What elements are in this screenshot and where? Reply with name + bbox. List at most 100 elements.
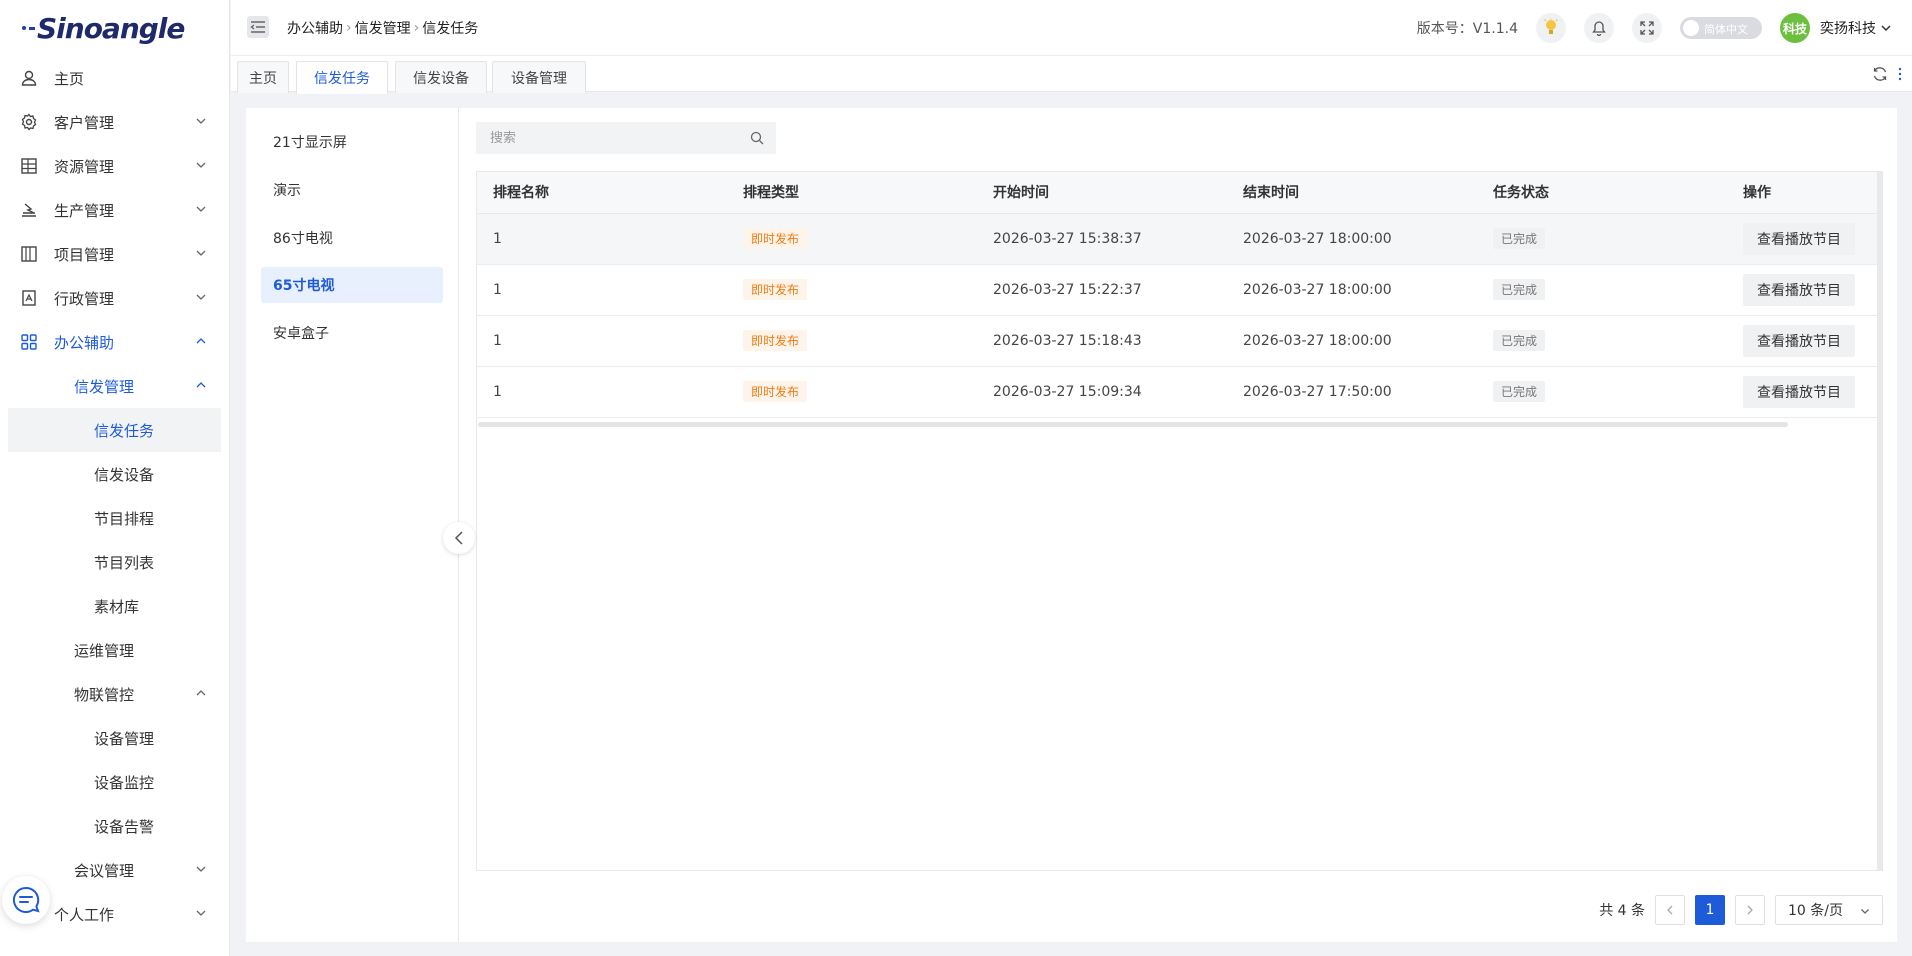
tab-label: 信发设备 — [413, 70, 469, 87]
tab-signage-tasks[interactable]: 信发任务 — [296, 61, 388, 94]
view-program-button[interactable]: 查看播放节目 — [1743, 375, 1855, 408]
sidebar-item-signage-tasks[interactable]: 信发任务 — [8, 408, 221, 452]
sidebar-item-label: 个人工作 — [54, 905, 115, 924]
column-header: 开始时间 — [977, 172, 1227, 214]
cell-action: 查看播放节目 — [1727, 315, 1877, 367]
sidebar-item-program-schedule[interactable]: 节目排程 — [0, 496, 229, 540]
page-tabs: 主页 信发任务 信发设备 设备管理 — [231, 56, 1912, 94]
sidebar-item-device-alarm[interactable]: 设备告警 — [0, 804, 229, 848]
fullscreen-icon — [1640, 21, 1654, 35]
chevron-right-icon — [1747, 905, 1753, 915]
collapse-panel-button[interactable] — [443, 522, 475, 554]
view-program-button[interactable]: 查看播放节目 — [1743, 324, 1855, 357]
tabs-tools — [1872, 66, 1902, 82]
sidebar-item-label: 项目管理 — [54, 245, 115, 264]
sidebar-item-signage[interactable]: 信发管理 — [0, 364, 229, 408]
sidebar-item-label: 素材库 — [94, 597, 140, 616]
total-count: 共 4 条 — [1599, 903, 1645, 919]
fullscreen-button[interactable] — [1632, 13, 1662, 43]
sidebar-item-label: 信发管理 — [74, 377, 135, 396]
chevron-up-icon — [196, 338, 206, 344]
status-badge: 已完成 — [1493, 279, 1546, 300]
sidebar-item-program-list[interactable]: 节目列表 — [0, 540, 229, 584]
device-item-selected[interactable]: 65寸电视 — [261, 267, 443, 303]
avatar[interactable]: 科技 — [1780, 13, 1810, 43]
tab-signage-devices[interactable]: 信发设备 — [395, 61, 487, 93]
table-row: 1 即时发布 2026-03-27 15:18:43 2026-03-27 18… — [477, 315, 1877, 367]
cell-status: 已完成 — [1477, 213, 1727, 265]
view-program-button[interactable]: 查看播放节目 — [1743, 222, 1855, 255]
sidebar-toggle-button[interactable] — [247, 16, 269, 38]
cell-name: 1 — [477, 213, 727, 265]
sidebar-item-device-mgmt[interactable]: 设备管理 — [0, 716, 229, 760]
device-item[interactable]: 86寸电视 — [261, 220, 443, 256]
sidebar-item-ops[interactable]: 运维管理 — [0, 628, 229, 672]
cell-start: 2026-03-27 15:09:34 — [977, 366, 1227, 418]
tab-home[interactable]: 主页 — [237, 61, 289, 93]
sidebar-item-projects[interactable]: 项目管理 — [0, 232, 229, 276]
sidebar-item-iot[interactable]: 物联管控 — [0, 672, 229, 716]
sidebar-item-resources[interactable]: 资源管理 — [0, 144, 229, 188]
chevron-down-icon — [1861, 909, 1869, 914]
tab-label: 设备管理 — [511, 70, 567, 87]
view-program-button[interactable]: 查看播放节目 — [1743, 273, 1855, 306]
chevron-down-icon — [196, 206, 206, 212]
prev-page-button[interactable] — [1655, 895, 1685, 925]
sidebar-item-label: 设备告警 — [94, 817, 155, 836]
sidebar-item-device-monitor[interactable]: 设备监控 — [0, 760, 229, 804]
chevron-down-icon — [196, 866, 206, 872]
chevron-down-icon[interactable] — [1880, 22, 1892, 34]
sidebar-item-label: 设备管理 — [94, 729, 155, 748]
device-item[interactable]: 安卓盒子 — [261, 315, 443, 351]
main-content: 21寸显示屏 演示 86寸电视 65寸电视 安卓盒子 排程名称 排程类型 开始时… — [246, 108, 1897, 942]
chevron-down-icon — [196, 910, 206, 916]
breadcrumb-separator-icon: › — [346, 20, 352, 36]
tab-device-management[interactable]: 设备管理 — [492, 61, 586, 93]
sidebar-item-label: 办公辅助 — [54, 333, 115, 352]
notification-button[interactable] — [1584, 13, 1614, 43]
sidebar-item-signage-devices[interactable]: 信发设备 — [0, 452, 229, 496]
status-badge: 已完成 — [1493, 228, 1546, 249]
sidebar-item-admin[interactable]: 行政管理 — [0, 276, 229, 320]
document-icon — [22, 290, 36, 306]
sidebar-item-home[interactable]: 主页 — [0, 56, 229, 100]
table-header-row: 排程名称 排程类型 开始时间 结束时间 任务状态 操作 — [477, 172, 1877, 214]
chevron-down-icon — [196, 118, 206, 124]
breadcrumb-separator-icon: › — [413, 20, 420, 36]
chat-button[interactable] — [2, 876, 50, 924]
table-row: 1 即时发布 2026-03-27 15:09:34 2026-03-27 17… — [477, 366, 1877, 418]
header-actions: 版本号：V1.1.4 简体中文 科技 奕扬科技 — [1417, 0, 1912, 56]
grid-icon — [21, 158, 37, 174]
language-switch[interactable]: 简体中文 — [1680, 17, 1762, 39]
breadcrumb-item: 信发任务 — [422, 21, 479, 37]
sidebar-item-label: 运维管理 — [74, 641, 135, 660]
user-icon — [21, 70, 37, 86]
more-vertical-icon[interactable] — [1898, 67, 1902, 81]
device-item[interactable]: 21寸显示屏 — [261, 124, 443, 160]
sidebar-item-production[interactable]: 生产管理 — [0, 188, 229, 232]
bulb-button[interactable] — [1536, 13, 1566, 43]
status-badge: 已完成 — [1493, 330, 1546, 351]
search-icon[interactable] — [750, 131, 764, 145]
vertical-scrollbar[interactable] — [1877, 172, 1882, 871]
book-icon — [21, 246, 37, 262]
sidebar-item-materials[interactable]: 素材库 — [0, 584, 229, 628]
top-header: 办公辅助 › 信发管理 › 信发任务 版本号：V1.1.4 简体中文 科技 奕扬… — [231, 0, 1912, 56]
page-size-select[interactable]: 10 条/页 — [1775, 895, 1883, 925]
user-name[interactable]: 奕扬科技 — [1820, 18, 1876, 38]
sidebar-item-customers[interactable]: 客户管理 — [0, 100, 229, 144]
refresh-icon[interactable] — [1872, 66, 1888, 82]
page-number-button[interactable]: 1 — [1695, 895, 1725, 925]
sidebar-item-label: 行政管理 — [54, 289, 115, 308]
horizontal-scrollbar[interactable] — [478, 422, 1788, 427]
device-item[interactable]: 演示 — [261, 172, 443, 208]
next-page-button[interactable] — [1735, 895, 1765, 925]
lightbulb-icon — [1544, 18, 1558, 34]
breadcrumb-item[interactable]: 信发管理 — [355, 18, 411, 38]
cell-type: 即时发布 — [727, 264, 977, 316]
production-icon — [22, 203, 36, 217]
breadcrumb-item[interactable]: 办公辅助 — [287, 18, 343, 38]
sidebar-item-office[interactable]: 办公辅助 — [0, 320, 229, 364]
search-input[interactable] — [476, 122, 726, 154]
cell-name: 1 — [477, 366, 727, 418]
